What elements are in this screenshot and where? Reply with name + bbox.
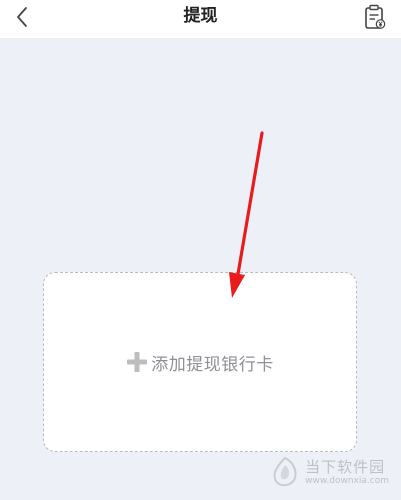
add-bank-card-button[interactable]: 添加提现银行卡 [43, 272, 357, 452]
top-bar: 提现 [0, 0, 401, 38]
plus-icon [127, 352, 148, 372]
withdraw-records-button[interactable] [363, 3, 387, 31]
add-bank-card-label: 添加提现银行卡 [151, 354, 274, 375]
watermark: 当下软件园 www.downxia.com [271, 456, 389, 488]
add-bank-card-content: 添加提现银行卡 [126, 350, 274, 375]
receipt-icon [365, 4, 386, 29]
watermark-url: www.downxia.com [305, 475, 389, 486]
watermark-text: 当下软件园 www.downxia.com [305, 458, 389, 487]
page-title: 提现 [183, 6, 218, 26]
watermark-logo-icon [273, 456, 297, 487]
watermark-name: 当下软件园 [305, 457, 386, 476]
